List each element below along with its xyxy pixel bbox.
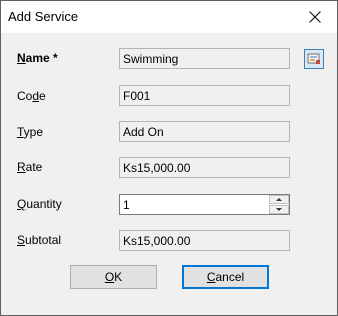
subtotal-label: Subtotal xyxy=(17,233,62,247)
quantity-stepper[interactable]: 1 xyxy=(119,194,290,215)
code-label: Code xyxy=(17,89,46,103)
lookup-button[interactable] xyxy=(304,49,324,69)
rate-field[interactable]: Ks15,000.00 xyxy=(119,157,290,178)
type-field[interactable]: Add On xyxy=(119,121,290,142)
code-field[interactable]: F001 xyxy=(119,85,290,106)
spin-up-icon[interactable] xyxy=(269,195,289,204)
cancel-button[interactable]: Cancel xyxy=(182,265,269,289)
spin-down-icon[interactable] xyxy=(269,205,289,214)
title-bar: Add Service xyxy=(1,1,337,33)
add-service-dialog: Add Service Name * Swimming Code F001 Ty… xyxy=(0,0,338,316)
quantity-spin xyxy=(269,195,289,214)
type-label: Type xyxy=(17,125,44,139)
name-label: Name * xyxy=(17,51,58,65)
quantity-label: Quantity xyxy=(17,197,62,211)
subtotal-field[interactable]: Ks15,000.00 xyxy=(119,230,290,251)
rate-label: Rate xyxy=(17,160,43,174)
lookup-icon xyxy=(307,53,320,64)
close-button[interactable] xyxy=(293,1,337,33)
ok-button[interactable]: OK xyxy=(70,265,157,289)
name-field[interactable]: Swimming xyxy=(119,48,290,69)
window-title: Add Service xyxy=(8,9,79,24)
close-icon xyxy=(309,11,321,23)
